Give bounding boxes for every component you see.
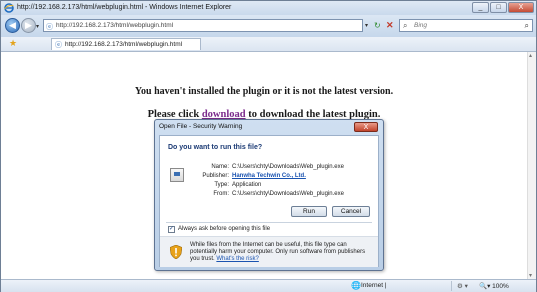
favorites-star-icon[interactable]: ★ bbox=[9, 38, 17, 49]
type-value: Application bbox=[232, 182, 262, 188]
plugin-missing-message: You haven't installed the plugin or it i… bbox=[134, 86, 394, 97]
window-title: http://192.168.2.173/html/webplugin.html… bbox=[17, 4, 232, 11]
tab-active[interactable]: ⓔ http://192.168.2.173/html/webplugin.ht… bbox=[51, 38, 201, 50]
tab-title: http://192.168.2.173/html/webplugin.html bbox=[65, 41, 183, 48]
type-label: Type: bbox=[214, 182, 229, 188]
status-bar: 🌐 Internet | ⚙ ▾ 🔍▾ 100% bbox=[1, 279, 536, 292]
from-value: C:\Users\chty\Downloads\Web_plugin.exe bbox=[232, 191, 344, 197]
dialog-divider bbox=[166, 222, 372, 223]
shield-warning-icon bbox=[170, 245, 182, 259]
risk-link[interactable]: What's the risk? bbox=[216, 256, 259, 262]
scroll-down-icon[interactable]: ▾ bbox=[529, 272, 532, 279]
history-dropdown-icon[interactable]: ▾ bbox=[36, 23, 39, 30]
security-warning-dialog: Open File - Security Warning X Do you wa… bbox=[154, 119, 384, 271]
stop-icon[interactable]: ✕ bbox=[386, 20, 394, 31]
ie-logo-icon bbox=[4, 3, 14, 13]
name-value: C:\Users\chty\Downloads\Web_plugin.exe bbox=[232, 164, 344, 170]
run-button[interactable]: Run bbox=[291, 206, 327, 217]
title-bar: http://192.168.2.173/html/webplugin.html… bbox=[1, 1, 536, 15]
dialog-title: Open File - Security Warning bbox=[159, 123, 243, 130]
application-file-icon bbox=[170, 168, 184, 182]
close-window-button[interactable]: X bbox=[508, 2, 534, 13]
refresh-icon[interactable]: ↻ bbox=[374, 21, 381, 30]
publisher-link[interactable]: Hanwha Techwin Co., Ltd. bbox=[232, 173, 306, 179]
security-zone-label[interactable]: Internet | bbox=[361, 282, 387, 289]
search-icon[interactable]: ⌕ bbox=[525, 21, 529, 31]
publisher-label: Publisher: bbox=[202, 173, 229, 179]
scroll-up-icon[interactable]: ▴ bbox=[529, 52, 532, 59]
search-box[interactable]: ⌕ Bing ⌕ bbox=[399, 19, 533, 32]
tab-page-icon: ⓔ bbox=[55, 42, 62, 49]
from-label: From: bbox=[213, 191, 229, 197]
protected-mode-icon[interactable]: ⚙ ▾ bbox=[457, 282, 468, 290]
navigation-bar: ◀ ▶ ▾ ⓔ http://192.168.2.173/html/webplu… bbox=[1, 15, 536, 37]
internet-zone-icon: 🌐 bbox=[351, 281, 361, 290]
cancel-button[interactable]: Cancel bbox=[332, 206, 370, 217]
zoom-level-control[interactable]: 🔍▾ 100% bbox=[479, 282, 509, 290]
browser-window: http://192.168.2.173/html/webplugin.html… bbox=[0, 0, 537, 292]
dialog-body: Do you want to run this file? Name: C:\U… bbox=[159, 135, 379, 267]
zoom-value: 100% bbox=[492, 283, 509, 290]
status-divider bbox=[451, 281, 452, 291]
address-input[interactable]: http://192.168.2.173/html/webplugin.html bbox=[56, 22, 173, 29]
always-ask-checkbox[interactable]: ✓ bbox=[168, 226, 175, 233]
address-dropdown-icon[interactable]: ▾ bbox=[365, 22, 368, 29]
address-bar[interactable]: ⓔ http://192.168.2.173/html/webplugin.ht… bbox=[43, 19, 363, 32]
maximize-button[interactable]: □ bbox=[490, 2, 507, 13]
minimize-button[interactable]: _ bbox=[472, 2, 489, 13]
dialog-question: Do you want to run this file? bbox=[168, 144, 263, 151]
favorites-bar: ★ ⓔ http://192.168.2.173/html/webplugin.… bbox=[1, 37, 536, 52]
warning-panel: While files from the Internet can be use… bbox=[160, 236, 378, 267]
warning-text: While files from the Internet can be use… bbox=[190, 242, 372, 263]
vertical-scrollbar[interactable]: ▴ ▾ bbox=[527, 52, 536, 279]
search-input[interactable]: Bing bbox=[414, 22, 427, 29]
name-label: Name: bbox=[211, 164, 229, 170]
back-button[interactable]: ◀ bbox=[5, 18, 20, 33]
page-icon: ⓔ bbox=[46, 24, 53, 31]
forward-button[interactable]: ▶ bbox=[21, 18, 36, 33]
zoom-icon: 🔍▾ bbox=[479, 283, 491, 290]
always-ask-label: Always ask before opening this file bbox=[178, 226, 271, 232]
window-controls: _ □ X bbox=[471, 2, 534, 13]
dialog-close-button[interactable]: X bbox=[354, 122, 378, 132]
search-provider-icon: ⌕ bbox=[403, 21, 408, 30]
